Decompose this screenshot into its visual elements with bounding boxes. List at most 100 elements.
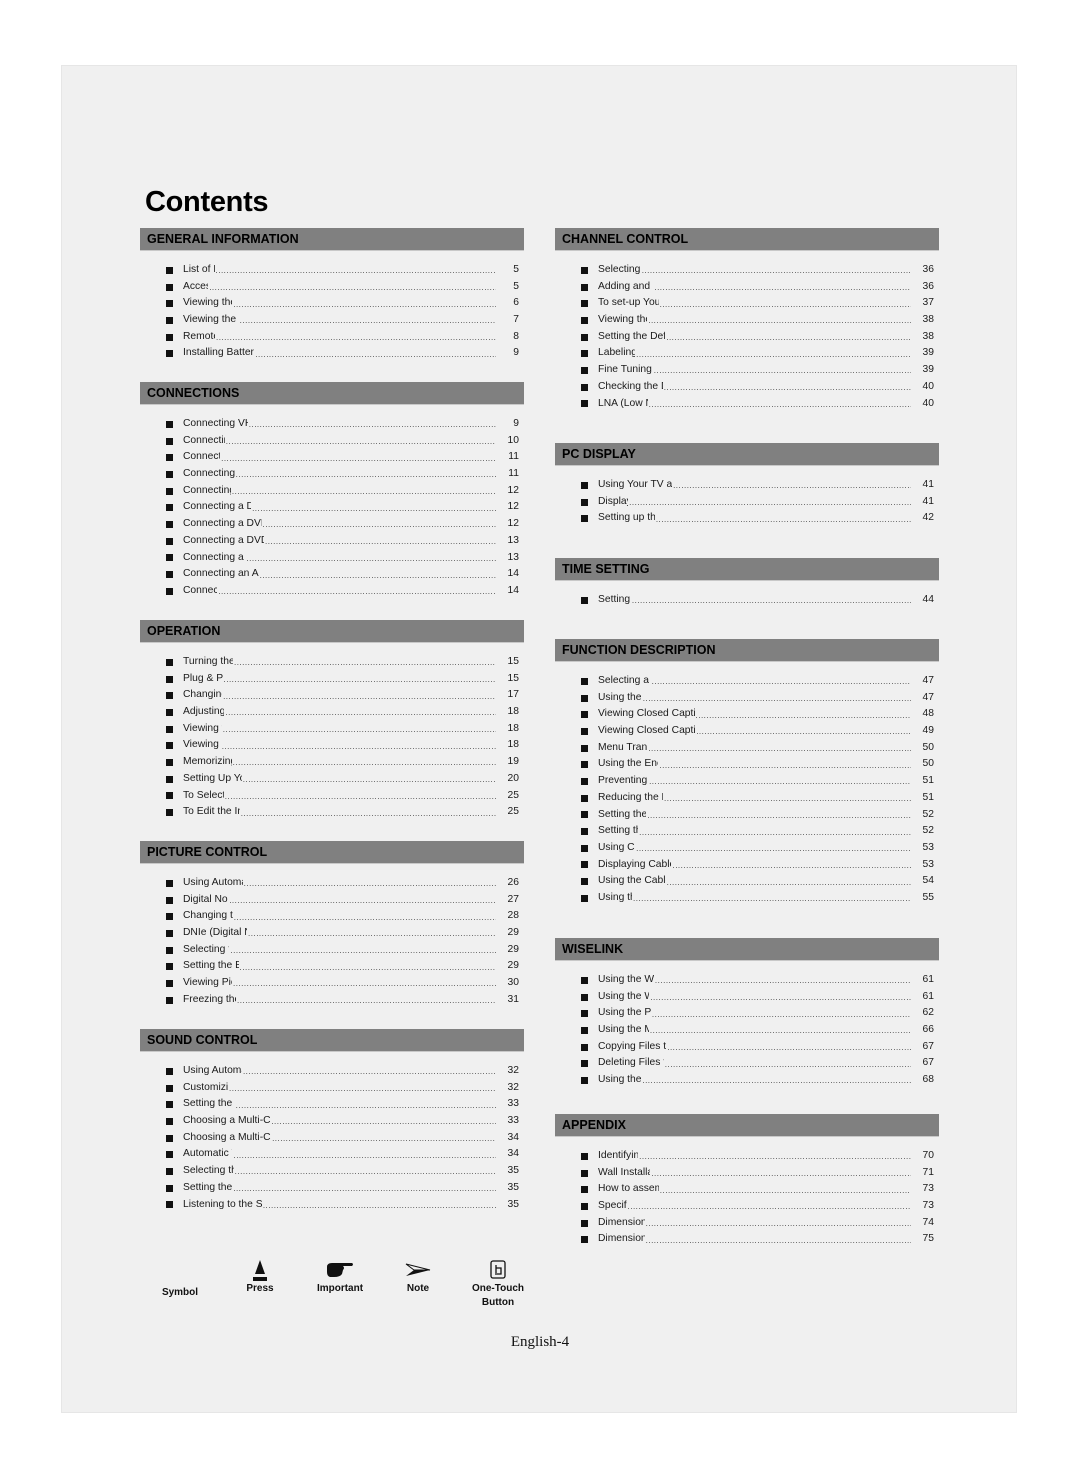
toc-entry[interactable]: Adjusting the Volume 18 [140, 704, 524, 721]
toc-entry[interactable]: Using the V-Chip 55 [555, 890, 939, 907]
toc-entry[interactable]: Setting Up Your Remote Control 20 [140, 771, 524, 788]
toc-entry[interactable]: Viewing the Channel Lists 38 [555, 312, 939, 329]
toc-entry[interactable]: Viewing Closed Captions (On-Screen Text … [555, 723, 939, 740]
toc-entry[interactable]: Setting the TruSurround XT 33 [140, 1096, 524, 1113]
toc-entry[interactable]: Connecting a DVD Player/Set-Top Box via … [140, 516, 524, 533]
toc-entry[interactable]: Viewing the Menus 18 [140, 737, 524, 754]
toc-entry[interactable]: Reducing the Effects of Screen Burn 51 [555, 790, 939, 807]
toc-entry[interactable]: Changing the Screen Size 28 [140, 908, 524, 925]
toc-entry[interactable]: Using the Photo (JPEG) List 62 [555, 1005, 939, 1022]
toc-entry[interactable]: Connecting a DVD Player/Set-Top Box via … [140, 533, 524, 550]
toc-entry[interactable]: Viewing Picture-in-Picture 30 [140, 975, 524, 992]
toc-entry[interactable]: Automatic Volume Control 34 [140, 1146, 524, 1163]
dot-leader [233, 975, 496, 991]
toc-entry-title: Adding and Erasing Channels [598, 280, 653, 292]
toc-entry[interactable]: Wall Installation Instructions 71 [555, 1165, 939, 1182]
toc-entry[interactable]: Setting the On/Off Melody 35 [140, 1180, 524, 1197]
toc-entry[interactable]: Listening to the Sound of the Sub (PIP) … [140, 1197, 524, 1214]
dot-leader [271, 1113, 496, 1129]
toc-entry[interactable]: Using Your TV as a Computer (PC) Display… [555, 477, 939, 494]
square-bullet-icon [581, 811, 588, 819]
toc-entry[interactable]: Remote Control 8 [140, 329, 524, 346]
toc-entry[interactable]: Checking the Digital-Signal Strength 40 [555, 379, 939, 396]
square-bullet-icon [581, 1236, 588, 1244]
toc-entry[interactable]: Setting the Default Channel List Mode 38 [555, 329, 939, 346]
toc-entry[interactable]: How to assemble the Stand-Base 73 [555, 1181, 939, 1198]
toc-entry-title: Setting the Blue Screen Mode [183, 960, 239, 972]
toc-entry[interactable]: Setting the Function Help 52 [555, 807, 939, 824]
toc-entry[interactable]: Viewing the Display 18 [140, 721, 524, 738]
toc-entry[interactable]: Connecting a Camcorder 12 [140, 483, 524, 500]
toc-entry[interactable]: To Edit the Input Source Name 25 [140, 804, 524, 821]
toc-entry[interactable]: DNIe (Digital Natural Image engine) 29 [140, 925, 524, 942]
toc-entry[interactable]: Installing Batteries in the Remote Contr… [140, 345, 524, 362]
toc-entry[interactable]: To set-up Your Favorite Channels 37 [555, 295, 939, 312]
toc-entry[interactable]: Dimensions (HP-S4273) 74 [555, 1215, 939, 1232]
toc-entry[interactable]: Connecting a Digital Audio System 13 [140, 550, 524, 567]
toc-entry[interactable]: Viewing Closed Captions (On-Screen Text … [555, 706, 939, 723]
toc-entry[interactable]: LNA (Low Noise Amplifier) 40 [555, 396, 939, 413]
toc-entry[interactable]: Selecting the Internal Mute 35 [140, 1163, 524, 1180]
toc-entry[interactable]: Using the Music (MP3) List 66 [555, 1022, 939, 1039]
toc-entry[interactable]: List of Features 5 [140, 262, 524, 279]
toc-entry[interactable]: Digital Noise Reduction 27 [140, 892, 524, 909]
toc-entry[interactable]: Displaying CableCARD related information… [555, 857, 939, 874]
toc-entry[interactable]: Selecting the Antenna 36 [555, 262, 939, 279]
toc-entry[interactable]: Preventing Screen Burn-in 51 [555, 773, 939, 790]
toc-entry-title: DNIe (Digital Natural Image engine) [183, 927, 247, 939]
toc-entry[interactable]: Choosing a Multi-Channel Sound (MTS) tra… [140, 1113, 524, 1130]
toc-entry[interactable]: Connecting an Amplifier/DVD Home Theater… [140, 566, 524, 583]
toc-entry-title: Selecting the Internal Mute [183, 1165, 234, 1177]
toc-entry[interactable]: Using the Setup Menu 68 [555, 1072, 939, 1089]
toc-entry[interactable]: Deleting Files from a Memory Device 67 [555, 1055, 939, 1072]
toc-entry[interactable]: Accessories 5 [140, 279, 524, 296]
toc-entry[interactable]: Specifications 73 [555, 1198, 939, 1215]
toc-entry-title: Fine Tuning Analog Channels [598, 364, 653, 376]
toc-entry[interactable]: Display Modes 41 [555, 494, 939, 511]
toc-entry[interactable]: Copying Files to Other Memory Device 67 [555, 1039, 939, 1056]
toc-entry[interactable]: Connecting a PC 14 [140, 583, 524, 600]
toc-entry[interactable]: Connecting a VCR 11 [140, 449, 524, 466]
dot-leader [236, 1097, 496, 1113]
toc-entry[interactable]: Connecting VHF and UHF Antennas 9 [140, 416, 524, 433]
toc-entry[interactable]: Connecting an S-VHS VCR 11 [140, 466, 524, 483]
toc-entry[interactable]: Using the CableCARD Setup Function 54 [555, 873, 939, 890]
toc-entry[interactable]: Setting the Blue Eye 52 [555, 823, 939, 840]
toc-entry[interactable]: Viewing the Control Panel 6 [140, 295, 524, 312]
toc-entry[interactable]: Labeling Channels 39 [555, 345, 939, 362]
toc-entry[interactable]: Changing Channels 17 [140, 687, 524, 704]
toc-entry-title: Setting the TruSurround XT [183, 1098, 235, 1110]
toc-entry[interactable]: To Select the Source 25 [140, 788, 524, 805]
dot-leader [660, 1182, 911, 1198]
toc-entry[interactable]: Selecting a Menu Language 47 [555, 673, 939, 690]
toc-entry[interactable]: Plug & Play Feature 15 [140, 671, 524, 688]
toc-entry[interactable]: Using the Energy Saving Feature 50 [555, 756, 939, 773]
toc-entry[interactable]: Using Automatic Picture Settings 26 [140, 875, 524, 892]
toc-entry[interactable]: Setting the Blue Screen Mode 29 [140, 958, 524, 975]
dot-leader [237, 992, 496, 1008]
toc-entry[interactable]: Identifying Problems 70 [555, 1148, 939, 1165]
toc-entry-title: Customizing the Sound [183, 1081, 228, 1093]
toc-entry[interactable]: Dimensions (HP-S5073) 75 [555, 1231, 939, 1248]
square-bullet-icon [581, 1026, 588, 1034]
toc-entry[interactable]: Selecting the Film Mode 29 [140, 942, 524, 959]
toc-entry[interactable]: Viewing the Connection Panel 7 [140, 312, 524, 329]
toc-entry[interactable]: Choosing a Multi-Channel Sound (MTS) tra… [140, 1130, 524, 1147]
toc-entry[interactable]: Freezing the Current Picture 31 [140, 992, 524, 1009]
toc-entry[interactable]: Using the WISELINK Mode 61 [555, 989, 939, 1006]
toc-entry[interactable]: Setting up the TV with your PC 42 [555, 510, 939, 527]
toc-entry[interactable]: Using Automatic Sound Settings 32 [140, 1063, 524, 1080]
toc-entry[interactable]: Setting the Time 44 [555, 592, 939, 609]
toc-entry[interactable]: Using CableCARD 53 [555, 840, 939, 857]
toc-entry[interactable]: Connecting a DVD Player/Set-Top Box 12 [140, 499, 524, 516]
toc-entry[interactable]: Turning the TV On and Off 15 [140, 654, 524, 671]
toc-entry[interactable]: Using the Game Mode 47 [555, 690, 939, 707]
toc-entry[interactable]: Adding and Erasing Channels 36 [555, 279, 939, 296]
toc-entry[interactable]: Menu Transparency Level 50 [555, 740, 939, 757]
toc-entry[interactable]: Connecting Cable TV 10 [140, 433, 524, 450]
toc-entry[interactable]: Using the WISELINK Function 61 [555, 972, 939, 989]
toc-entry-title: Setting the Time [598, 594, 631, 605]
toc-entry[interactable]: Memorizing the Channels 19 [140, 754, 524, 771]
toc-entry[interactable]: Fine Tuning Analog Channels 39 [555, 362, 939, 379]
toc-entry[interactable]: Customizing the Sound 32 [140, 1080, 524, 1097]
